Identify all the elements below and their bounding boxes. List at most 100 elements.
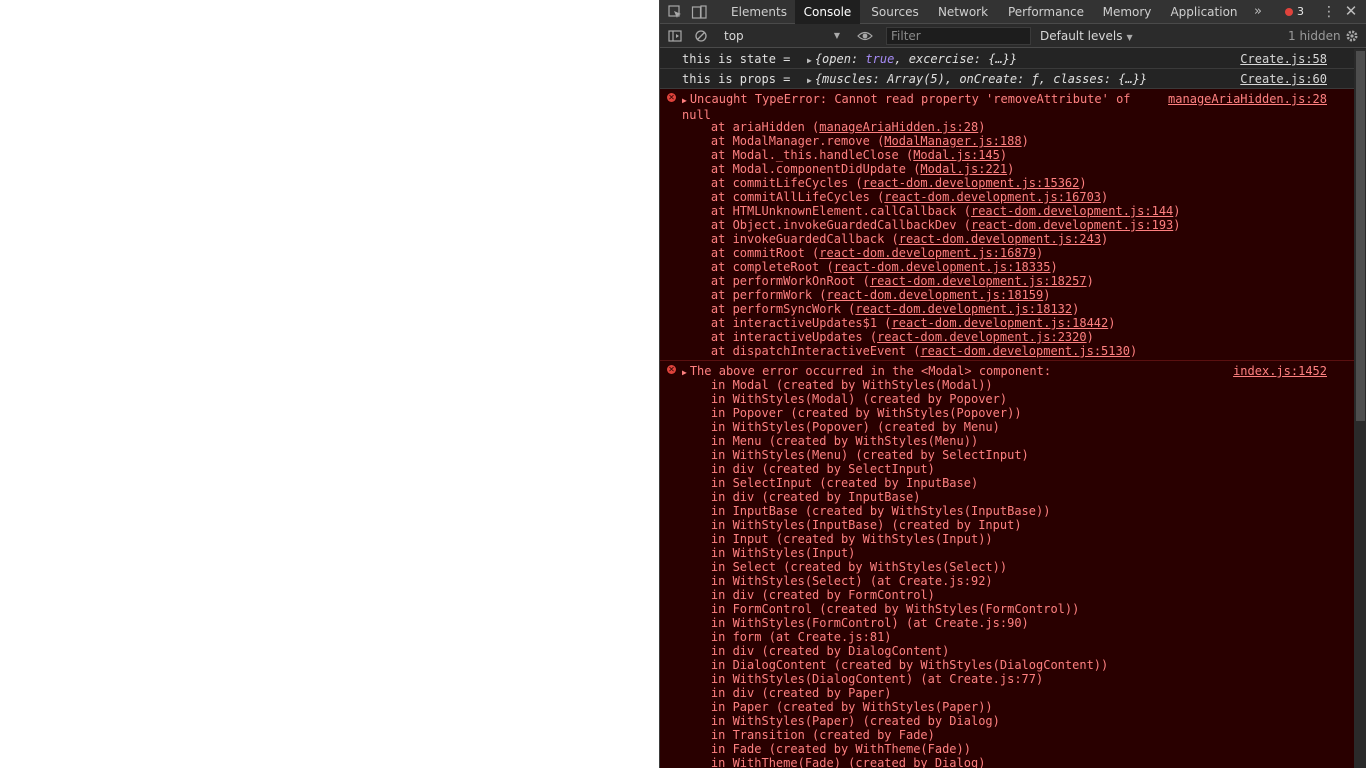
hidden-messages-count: 1 hidden	[1288, 29, 1341, 43]
console-toolbar: top▼ Default levels▼ 1 hidden	[660, 24, 1366, 48]
component-stack-line: in FormControl (created by WithStyles(Fo…	[682, 602, 1080, 616]
stack-frame-function: at dispatchInteractiveEvent (	[682, 344, 921, 358]
stack-frame: at HTMLUnknownElement.callCallback (reac…	[682, 204, 1181, 218]
stack-frame: at commitRoot (react-dom.development.js:…	[682, 246, 1181, 260]
console-log-message: this is props = ▶ {muscles: Array(5), onC…	[660, 69, 1354, 89]
stack-frame-paren: )	[1086, 274, 1094, 288]
component-stack-line: in WithStyles(InputBase) (created by Inp…	[682, 518, 1022, 532]
stack-frame-link[interactable]: react-dom.development.js:16879	[819, 246, 1036, 260]
stack-frame-function: at performWork (	[682, 288, 827, 302]
component-stack-line: in WithStyles(Menu) (created by SelectIn…	[682, 448, 1029, 462]
expand-triangle-icon[interactable]: ▶	[682, 96, 687, 105]
stack-frame-link[interactable]: react-dom.development.js:2320	[877, 330, 1087, 344]
stack-frame-link[interactable]: react-dom.development.js:15362	[863, 176, 1080, 190]
console-error-message: ✕ ▶ Uncaught TypeError: Cannot read prope…	[660, 89, 1354, 361]
component-stack-line: in Paper (created by WithStyles(Paper))	[682, 700, 993, 714]
console-scrollbar[interactable]	[1354, 49, 1366, 768]
source-link[interactable]: Create.js:60	[1240, 72, 1327, 86]
stack-frame-function: at ModalManager.remove (	[682, 134, 885, 148]
stack-frame-link[interactable]: Modal.js:221	[920, 162, 1007, 176]
component-stack-line: in Menu (created by WithStyles(Menu))	[682, 434, 979, 448]
caret-down-icon: ▼	[1126, 33, 1133, 42]
object-preview[interactable]: ▶ {open: true, excercise: {…}}	[807, 52, 1017, 66]
component-stack-line: in WithStyles(Input)	[682, 546, 856, 560]
component-stack-line: in WithStyles(Modal) (created by Popover…	[682, 392, 1008, 406]
vertical-dots-icon[interactable]: ⋮	[1322, 0, 1336, 24]
error-heading[interactable]: ▶ Uncaught TypeError: Cannot read propert…	[682, 92, 1131, 122]
tab-sources[interactable]: Sources	[866, 0, 924, 24]
stack-frame-function: at invokeGuardedCallback (	[682, 232, 899, 246]
tab-elements[interactable]: Elements	[727, 0, 791, 24]
tab-performance[interactable]: Performance	[1002, 0, 1090, 24]
context-selector[interactable]: top ▼	[718, 26, 846, 46]
devtools-panel: Elements Console Sources Network Perform…	[659, 0, 1366, 768]
component-stack-line: in WithStyles(Popover) (created by Menu)	[682, 420, 1000, 434]
stack-trace: at ariaHidden (manageAriaHidden.js:28) a…	[682, 120, 1181, 358]
stack-frame-function: at interactiveUpdates$1 (	[682, 316, 892, 330]
stack-frame-paren: )	[1043, 288, 1051, 302]
stack-frame-paren: )	[1086, 330, 1094, 344]
stack-frame-paren: )	[1101, 232, 1109, 246]
log-text: this is state =	[682, 52, 791, 66]
object-preview[interactable]: ▶ {muscles: Array(5), onCreate: ƒ, classe…	[807, 72, 1147, 86]
stack-frame-link[interactable]: Modal.js:145	[913, 148, 1000, 162]
filter-input[interactable]	[886, 27, 1031, 45]
stack-frame-link[interactable]: react-dom.development.js:18335	[834, 260, 1051, 274]
stack-frame-function: at Object.invokeGuardedCallbackDev (	[682, 218, 971, 232]
source-link[interactable]: index.js:1452	[1233, 364, 1327, 378]
stack-frame: at ModalManager.remove (ModalManager.js:…	[682, 134, 1181, 148]
scrollbar-thumb[interactable]	[1356, 51, 1365, 421]
console-log-message: this is state = ▶ {open: true, excercise:…	[660, 49, 1354, 69]
log-levels-dropdown[interactable]: Default levels ▼	[1040, 24, 1133, 48]
tab-application[interactable]: Application	[1164, 0, 1244, 24]
stack-frame-link[interactable]: react-dom.development.js:16703	[884, 190, 1101, 204]
tab-memory[interactable]: Memory	[1098, 0, 1156, 24]
stack-frame-paren: )	[1072, 302, 1080, 316]
expand-triangle-icon[interactable]: ▶	[807, 76, 812, 85]
stack-frame-link[interactable]: react-dom.development.js:18257	[870, 274, 1087, 288]
stack-frame-link[interactable]: react-dom.development.js:18159	[827, 288, 1044, 302]
settings-gear-icon[interactable]	[1344, 28, 1360, 44]
inspect-element-icon[interactable]	[667, 4, 683, 20]
console-sidebar-icon[interactable]	[667, 28, 683, 44]
stack-frame-link[interactable]: ModalManager.js:188	[884, 134, 1021, 148]
stack-frame-link[interactable]: react-dom.development.js:5130	[920, 344, 1130, 358]
chevron-double-right-icon[interactable]: »	[1249, 0, 1267, 24]
error-count-badge[interactable]: 3	[1285, 0, 1304, 24]
stack-frame-link[interactable]: react-dom.development.js:193	[971, 218, 1173, 232]
stack-frame-link[interactable]: react-dom.development.js:243	[899, 232, 1101, 246]
component-stack-line: in Input (created by WithStyles(Input))	[682, 532, 993, 546]
stack-frame-link[interactable]: react-dom.development.js:18442	[892, 316, 1109, 330]
component-stack-line: in Transition (created by Fade)	[682, 728, 935, 742]
stack-frame-paren: )	[999, 148, 1008, 162]
close-icon[interactable]: ✕	[1343, 0, 1359, 24]
live-expression-eye-icon[interactable]	[857, 28, 873, 44]
clear-console-icon[interactable]	[693, 28, 709, 44]
component-stack-line: in div (created by FormControl)	[682, 588, 935, 602]
component-stack-line: in div (created by Paper)	[682, 686, 892, 700]
stack-frame: at Modal._this.handleClose (Modal.js:145…	[682, 148, 1181, 162]
expand-triangle-icon[interactable]: ▶	[807, 56, 812, 65]
stack-frame-paren: )	[978, 120, 986, 134]
source-link[interactable]: Create.js:58	[1240, 52, 1327, 66]
component-stack-line: in InputBase (created by WithStyles(Inpu…	[682, 504, 1051, 518]
stack-frame-link[interactable]: react-dom.development.js:144	[971, 204, 1173, 218]
device-toolbar-icon[interactable]	[691, 4, 707, 20]
tab-console[interactable]: Console	[795, 0, 860, 24]
stack-frame-function: at commitRoot (	[682, 246, 820, 260]
stack-frame-paren: )	[1173, 218, 1181, 232]
component-stack-line: in div (created by SelectInput)	[682, 462, 935, 476]
tab-network[interactable]: Network	[932, 0, 994, 24]
stack-frame-link[interactable]: manageAriaHidden.js:28	[819, 120, 978, 134]
stack-frame-function: at Modal._this.handleClose (	[682, 148, 914, 162]
stack-frame: at Modal.componentDidUpdate (Modal.js:22…	[682, 162, 1181, 176]
stack-frame: at performWorkOnRoot (react-dom.developm…	[682, 274, 1181, 288]
stack-frame: at dispatchInteractiveEvent (react-dom.d…	[682, 344, 1181, 358]
stack-frame-function: at completeRoot (	[682, 260, 834, 274]
stack-frame: at completeRoot (react-dom.development.j…	[682, 260, 1181, 274]
stack-frame-paren: )	[1007, 162, 1015, 176]
stack-frame-paren: )	[1108, 316, 1116, 330]
expand-triangle-icon[interactable]: ▶	[682, 368, 687, 377]
stack-frame-link[interactable]: react-dom.development.js:18132	[855, 302, 1072, 316]
source-link[interactable]: manageAriaHidden.js:28	[1168, 92, 1327, 106]
